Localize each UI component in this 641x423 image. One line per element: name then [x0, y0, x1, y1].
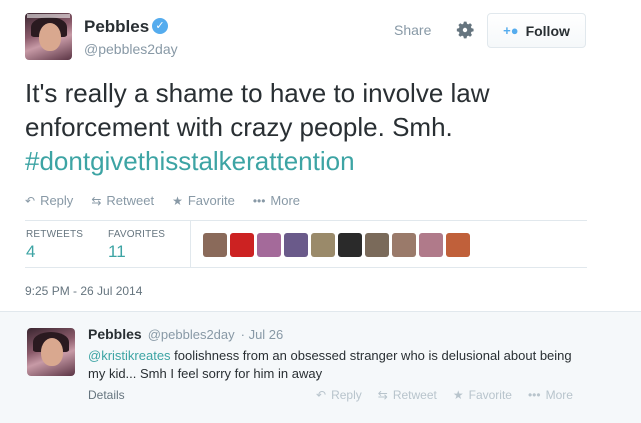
reply-author-avatar[interactable]	[27, 328, 75, 376]
reply-text: @kristikreates foolishness from an obses…	[88, 347, 588, 383]
more-action[interactable]: ••• More	[253, 193, 300, 208]
retweet-count[interactable]: RETWEETS 4	[26, 229, 83, 262]
favoriter-avatar[interactable]	[311, 233, 335, 257]
favoriter-avatar[interactable]	[203, 233, 227, 257]
favoriter-avatars	[203, 233, 470, 257]
hashtag-link[interactable]: #dontgivethisstalkerattention	[25, 146, 355, 176]
details-link[interactable]: Details	[88, 388, 125, 402]
follow-button[interactable]: +● Follow	[487, 13, 586, 48]
reply-reply-action[interactable]: ↶ Reply	[316, 388, 362, 402]
author-avatar[interactable]	[25, 13, 72, 60]
retweet-icon: ⇆	[91, 193, 102, 208]
add-user-icon: +●	[503, 23, 519, 38]
more-dots-icon: •••	[252, 193, 266, 208]
tweet-timestamp[interactable]: 9:25 PM - 26 Jul 2014	[25, 284, 142, 298]
reply-author-handle[interactable]: @pebbles2day	[148, 327, 235, 342]
reply-actions: ↶ Reply ⇆ Retweet ★ Favorite ••• More	[316, 388, 573, 402]
favorite-count[interactable]: FAVORITES 11	[108, 229, 165, 262]
favoriter-avatar[interactable]	[230, 233, 254, 257]
mention-link[interactable]: @kristikreates	[88, 348, 171, 363]
tweet-body: It's really a shame to have to involve l…	[25, 78, 490, 142]
tweet-actions: ↶ Reply ⇆ Retweet ★ Favorite ••• More	[25, 193, 300, 208]
tweet-text: It's really a shame to have to involve l…	[25, 76, 585, 178]
reply-date[interactable]: · Jul 26	[241, 327, 284, 342]
reply-retweet-action[interactable]: ⇆ Retweet	[378, 388, 437, 402]
verified-badge-icon: ✓	[152, 18, 168, 34]
main-tweet: Pebbles ✓ @pebbles2day Share +● Follow I…	[0, 0, 641, 311]
share-button[interactable]: Share	[394, 22, 431, 38]
reply-action[interactable]: ↶ Reply	[25, 193, 73, 208]
favoriter-avatar[interactable]	[365, 233, 389, 257]
retweet-action[interactable]: ⇆ Retweet	[91, 193, 154, 208]
retweet-icon: ⇆	[377, 388, 388, 402]
favoriter-avatar[interactable]	[419, 233, 443, 257]
favoriter-avatar[interactable]	[257, 233, 281, 257]
favorite-action[interactable]: ★ Favorite	[172, 193, 235, 208]
favoriter-avatar[interactable]	[446, 233, 470, 257]
reply-tweet[interactable]: Pebbles @pebbles2day · Jul 26 @kristikre…	[0, 311, 641, 423]
reply-author-name[interactable]: Pebbles	[88, 326, 142, 342]
favoriter-avatar[interactable]	[284, 233, 308, 257]
reply-header: Pebbles @pebbles2day · Jul 26	[88, 326, 283, 342]
stats-divider	[190, 221, 191, 267]
reply-icon: ↶	[25, 193, 36, 208]
more-dots-icon: •••	[527, 388, 541, 402]
follow-label: Follow	[525, 22, 570, 39]
favoriter-avatar[interactable]	[392, 233, 416, 257]
reply-icon: ↶	[316, 388, 327, 402]
reply-more-action[interactable]: ••• More	[528, 388, 573, 402]
star-icon: ★	[452, 388, 464, 402]
tweet-stats: RETWEETS 4 FAVORITES 11	[25, 220, 587, 268]
reply-favorite-action[interactable]: ★ Favorite	[453, 388, 512, 402]
favoriter-avatar[interactable]	[338, 233, 362, 257]
star-icon: ★	[172, 193, 183, 208]
gear-icon[interactable]	[454, 19, 476, 41]
author-handle[interactable]: @pebbles2day	[84, 41, 178, 57]
author-name[interactable]: Pebbles	[84, 17, 149, 37]
